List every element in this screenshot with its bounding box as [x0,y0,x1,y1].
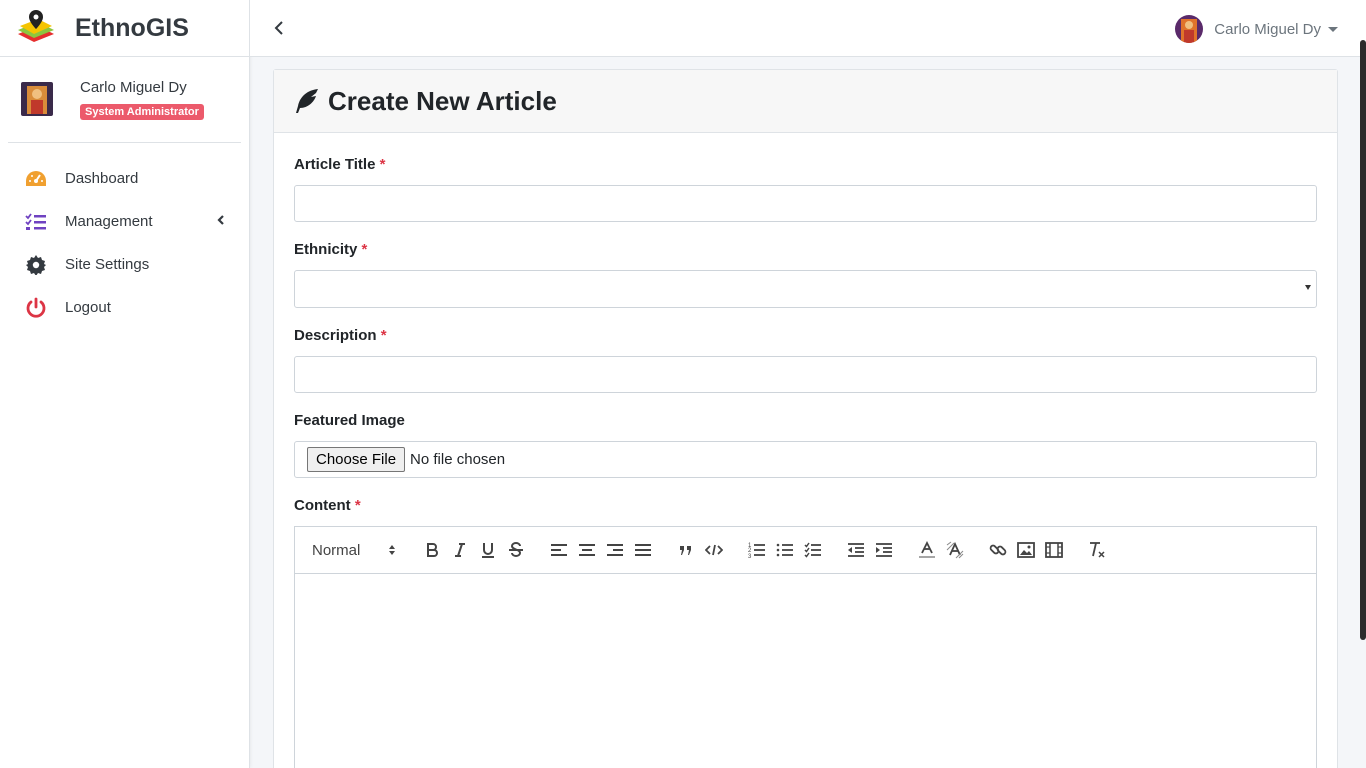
blockquote-icon[interactable] [676,540,696,560]
user-name: Carlo Miguel Dy [80,79,187,96]
sidebar-item-label: Site Settings [65,256,150,273]
user-info: Carlo Miguel Dy System Administrator [80,79,204,120]
user-panel: Carlo Miguel Dy System Administrator [8,57,241,143]
ethnicity-label: Ethnicity * [294,241,368,258]
tachometer-icon [25,168,47,190]
avatar[interactable] [21,82,53,116]
chevron-left-icon [217,215,224,225]
sidebar-item-label: Management [65,213,153,230]
align-left-icon[interactable] [549,540,569,560]
brand-name: EthnoGIS [75,13,189,42]
editor-content-area[interactable] [295,574,1316,768]
italic-icon[interactable] [450,540,470,560]
code-icon[interactable] [704,540,724,560]
bullet-list-icon[interactable] [775,540,795,560]
article-title-input[interactable] [294,185,1317,222]
caret-down-icon [1328,26,1338,32]
check-list-icon[interactable] [803,540,823,560]
description-label: Description * [294,327,387,344]
role-badge: System Administrator [80,104,204,120]
content-label: Content * [294,497,361,514]
rich-text-editor: Normal 1 2 3 [294,526,1317,768]
sidebar: EthnoGIS Carlo Miguel Dy System Administ… [0,0,250,768]
card-header: Create New Article [274,70,1337,133]
dropdown-arrow-icon [1305,285,1311,290]
page-title: Create New Article [328,85,557,116]
top-navbar: Carlo Miguel Dy [250,0,1366,57]
sidebar-item-site-settings[interactable]: Site Settings [0,243,249,286]
gear-icon [25,254,47,276]
featured-image-input: Choose File No file chosen [294,441,1317,478]
avatar [1175,15,1204,43]
svg-text:3: 3 [748,554,752,559]
text-color-icon[interactable] [917,540,937,560]
heading-select[interactable]: Normal [312,542,412,559]
sidebar-nav: Dashboard Management Site Settings Logou… [0,157,249,329]
sidebar-item-dashboard[interactable]: Dashboard [0,157,249,200]
sidebar-item-label: Logout [65,299,111,316]
brand[interactable]: EthnoGIS [0,0,249,57]
file-status: No file chosen [410,451,506,468]
underline-icon[interactable] [478,540,498,560]
ethnicity-select-wrap [294,270,1317,308]
align-right-icon[interactable] [605,540,625,560]
background-color-icon[interactable] [945,540,965,560]
article-title-label: Article Title * [294,156,386,173]
sidebar-item-management[interactable]: Management [0,200,249,243]
image-icon[interactable] [1016,540,1036,560]
video-icon[interactable] [1044,540,1064,560]
ordered-list-icon[interactable]: 123 [747,540,767,560]
sidebar-item-logout[interactable]: Logout [0,286,249,329]
outdent-icon[interactable] [846,540,866,560]
featured-image-label: Featured Image [294,412,405,429]
create-article-card: Create New Article Article Title * Ethni… [273,69,1338,768]
tasks-icon [25,211,47,233]
page-scrollbar[interactable] [1360,40,1366,640]
user-name: Carlo Miguel Dy [1214,20,1321,38]
ethnicity-select[interactable] [294,270,1317,308]
heading-select-value: Normal [312,541,361,559]
sidebar-item-label: Dashboard [65,170,139,187]
sort-icon [389,545,396,555]
justify-icon[interactable] [633,540,653,560]
description-input[interactable] [294,356,1317,393]
article-form: Article Title * Ethnicity * Description … [274,156,1337,768]
strikethrough-icon[interactable] [506,540,526,560]
align-center-icon[interactable] [577,540,597,560]
power-icon [25,297,47,319]
link-icon[interactable] [988,540,1008,560]
user-menu-dropdown[interactable]: Carlo Miguel Dy [1175,15,1338,43]
chevron-left-icon[interactable] [270,18,288,38]
feather-icon [296,89,318,113]
indent-icon[interactable] [874,540,894,560]
bold-icon[interactable] [422,540,442,560]
brand-logo-icon [18,10,54,42]
clear-format-icon[interactable] [1087,540,1107,560]
editor-toolbar: Normal 1 2 3 [295,527,1316,574]
avatar-image-icon [21,82,53,116]
choose-file-button[interactable]: Choose File [307,447,406,472]
